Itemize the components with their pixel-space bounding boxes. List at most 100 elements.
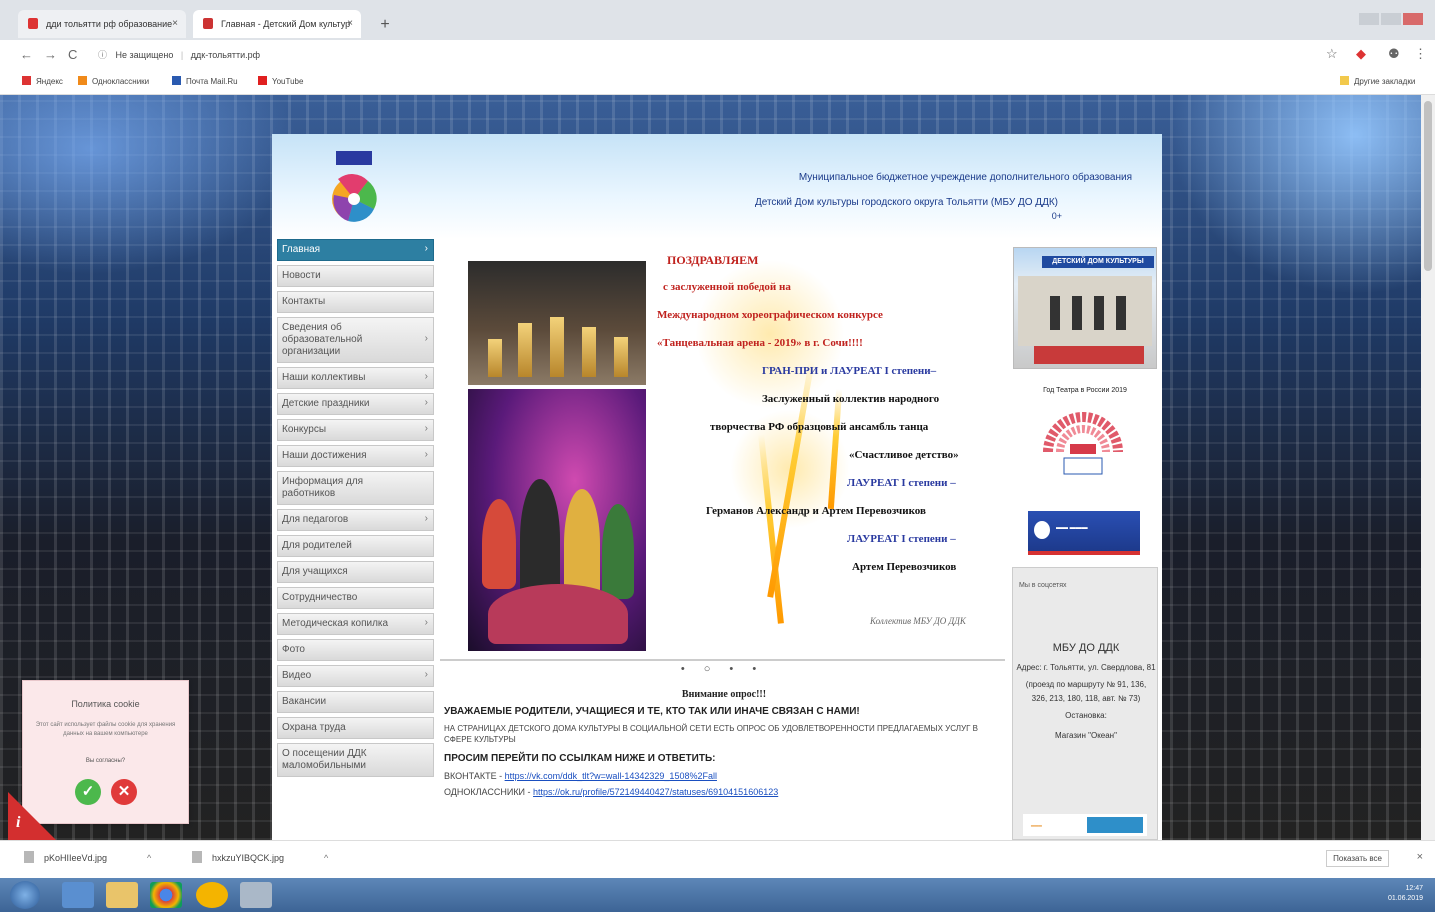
- door: [1072, 296, 1082, 330]
- download-item[interactable]: pKoHIIeeVd.jpg ^: [24, 851, 151, 863]
- building-photo[interactable]: ДЕТСКИЙ ДОМ КУЛЬТУРЫ: [1013, 247, 1157, 369]
- menu-item-label: Детские праздники: [282, 398, 370, 409]
- forward-icon[interactable]: →: [44, 47, 57, 62]
- menu-item-cooperation[interactable]: Сотрудничество: [277, 587, 434, 609]
- menu-item-students[interactable]: Для учащихся: [277, 561, 434, 583]
- menu-item-vacancies[interactable]: Вакансии: [277, 691, 434, 713]
- promo-banner[interactable]: ━━━: [1023, 814, 1147, 836]
- image-viewer-taskbar-icon[interactable]: [240, 882, 272, 908]
- menu-item-label: Для родителей: [282, 540, 352, 551]
- word-taskbar-icon[interactable]: [62, 882, 94, 908]
- menu-item-video[interactable]: Видео ›: [277, 665, 434, 687]
- slide-line: «Счастливое детство»: [849, 449, 959, 461]
- menu-item-org-info[interactable]: Сведения об образовательной организации ›: [277, 317, 434, 363]
- windows-start-icon[interactable]: [10, 881, 40, 909]
- show-all-downloads-button[interactable]: Показать все: [1326, 850, 1389, 867]
- door: [1116, 296, 1126, 330]
- menu-item-label: Главная: [282, 244, 321, 255]
- page-scrollbar[interactable]: [1421, 95, 1435, 840]
- back-icon[interactable]: ←: [20, 47, 33, 62]
- close-window-icon[interactable]: [1403, 13, 1423, 25]
- trophy-icon: [488, 339, 502, 377]
- close-downloads-icon[interactable]: ×: [1417, 851, 1423, 863]
- ddk-logo-icon[interactable]: [328, 149, 380, 229]
- ok-link[interactable]: https://ok.ru/profile/572149440427/statu…: [533, 787, 778, 797]
- app-taskbar-icon[interactable]: [196, 882, 228, 908]
- browser-tab-2[interactable]: Главная - Детский Дом культур ×: [193, 10, 361, 38]
- close-tab-icon[interactable]: ×: [172, 10, 178, 38]
- info-icon[interactable]: i: [16, 814, 20, 832]
- menu-item-label: Сотрудничество: [282, 592, 358, 603]
- cookie-decline-button[interactable]: ✕: [111, 779, 137, 805]
- chevron-right-icon: ›: [424, 617, 428, 628]
- chevron-up-icon[interactable]: ^: [324, 853, 328, 863]
- gov-services-banner[interactable]: ▬▬ ▬▬▬: [1028, 511, 1140, 555]
- bus-routes: (проезд по маршруту № 91, 136, 326, 213,…: [1025, 680, 1147, 703]
- menu-item-teachers[interactable]: Для педагогов ›: [277, 509, 434, 531]
- minimize-icon[interactable]: [1359, 13, 1379, 25]
- menu-item-parents[interactable]: Для родителей: [277, 535, 434, 557]
- menu-item-kids-holidays[interactable]: Детские праздники ›: [277, 393, 434, 415]
- menu-item-achievements[interactable]: Наши достижения ›: [277, 445, 434, 467]
- close-tab-icon[interactable]: ×: [347, 10, 353, 38]
- contact-info: МБУ ДО ДДК Адрес: г. Тольятти, ул. Сверд…: [1013, 638, 1159, 746]
- menu-item-home[interactable]: Главная ›: [277, 239, 434, 261]
- reload-icon[interactable]: C: [68, 47, 77, 62]
- menu-item-contests[interactable]: Конкурсы ›: [277, 419, 434, 441]
- vk-link[interactable]: https://vk.com/ddk_tlt?w=wall-14342329_1…: [505, 771, 717, 781]
- bookmark-odnoklassniki[interactable]: Одноклассники: [78, 76, 149, 86]
- account-icon[interactable]: ⚉: [1388, 46, 1400, 62]
- clock-date: 01.06.2019: [1387, 895, 1423, 902]
- theatre-year-logo-icon[interactable]: [1040, 404, 1126, 484]
- slider-pagination[interactable]: • ○ • •: [440, 663, 1005, 675]
- browser-tabbar: дди тольятти рф образование × Главная - …: [0, 0, 1435, 40]
- stop-label: Остановка:: [1065, 711, 1107, 720]
- scrollbar-thumb[interactable]: [1424, 101, 1432, 271]
- menu-item-label: Сведения об образовательной организации: [282, 322, 363, 357]
- bookmark-yandex[interactable]: Яндекс: [22, 76, 63, 86]
- odnoklassniki-icon: [78, 76, 87, 85]
- menu-item-label: Фото: [282, 644, 305, 655]
- menu-item-staff-info[interactable]: Информация для работников: [277, 471, 434, 505]
- bookmark-label: YouTube: [272, 77, 304, 86]
- window-controls: [1357, 12, 1427, 25]
- menu-item-methodology[interactable]: Методическая копилка ›: [277, 613, 434, 635]
- menu-item-accessibility[interactable]: О посещении ДДК маломобильными: [277, 743, 434, 777]
- ensemble-photo[interactable]: [468, 389, 646, 651]
- maximize-icon[interactable]: [1381, 13, 1401, 25]
- menu-item-collectives[interactable]: Наши коллективы ›: [277, 367, 434, 389]
- bookmark-star-icon[interactable]: ☆: [1326, 46, 1338, 62]
- menu-item-label: Видео: [282, 670, 312, 681]
- costume-skirts: [488, 584, 628, 644]
- url-field[interactable]: ⓘ Не защищено | ддк-тольятти.рф: [98, 46, 1298, 64]
- browser-menu-icon[interactable]: ⋮: [1414, 46, 1427, 62]
- browser-tab-1[interactable]: дди тольятти рф образование ×: [18, 10, 186, 38]
- new-tab-button[interactable]: +: [374, 14, 396, 36]
- menu-item-labor-safety[interactable]: Охрана труда: [277, 717, 434, 739]
- chevron-right-icon: ›: [424, 333, 428, 344]
- theatre-year-title: Год Театра в России 2019: [1043, 387, 1127, 394]
- chrome-taskbar-icon[interactable]: [150, 882, 182, 908]
- bookmark-mail[interactable]: Почта Mail.Ru: [172, 76, 238, 86]
- info-circle-icon: ⓘ: [98, 50, 108, 60]
- clock-time: 12:47: [1405, 885, 1423, 892]
- extension-icon[interactable]: ◆: [1356, 46, 1366, 62]
- menu-item-contacts[interactable]: Контакты: [277, 291, 434, 313]
- chevron-up-icon[interactable]: ^: [147, 853, 151, 863]
- age-rating: 0+: [1051, 211, 1062, 221]
- cookie-accept-button[interactable]: ✓: [75, 779, 101, 805]
- system-clock[interactable]: 12:47 01.06.2019: [1388, 884, 1423, 904]
- menu-item-news[interactable]: Новости: [277, 265, 434, 287]
- other-bookmarks[interactable]: Другие закладки: [1340, 76, 1415, 86]
- trophy-icon: [518, 323, 532, 377]
- menu-item-photo[interactable]: Фото: [277, 639, 434, 661]
- download-item[interactable]: hxkzuYIBQCK.jpg ^: [192, 851, 328, 863]
- menu-item-label: Для педагогов: [282, 514, 349, 525]
- bookmark-youtube[interactable]: YouTube: [258, 76, 303, 86]
- news-slider[interactable]: ПОЗДРАВЛЯЕМ с заслуженной победой на Меж…: [440, 239, 1005, 661]
- awards-photo[interactable]: [468, 261, 646, 385]
- explorer-taskbar-icon[interactable]: [106, 882, 138, 908]
- folder-icon: [1340, 76, 1349, 85]
- chevron-right-icon: ›: [424, 513, 428, 524]
- slide-award-line: ГРАН-ПРИ и ЛАУРЕАТ I степени–: [762, 365, 937, 377]
